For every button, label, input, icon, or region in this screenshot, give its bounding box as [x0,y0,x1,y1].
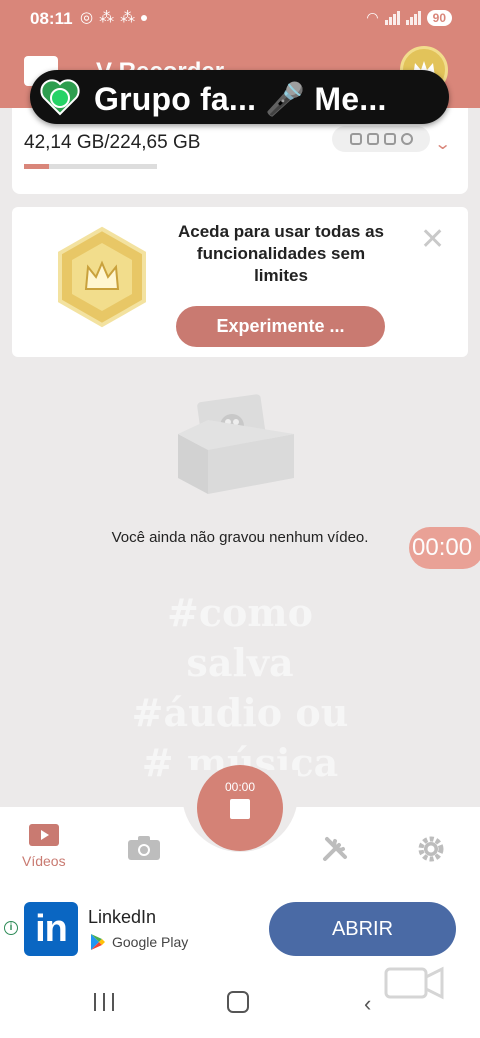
watermark-line: salva [186,640,294,685]
chevron-down-icon[interactable]: ⌄ [434,134,451,154]
back-button[interactable]: ‹ [364,991,371,1017]
hashtag-watermark: #como salva #áudio ou # música [0,588,480,788]
status-time: 08:11 [30,9,73,28]
floating-record-timer[interactable]: 00:00 [409,527,480,569]
battery-indicator: 90 [426,9,452,26]
camera-icon [128,836,160,860]
recorder-watermark-icon [384,966,444,1000]
ad-open-button[interactable]: ABRIR [269,902,456,956]
upgrade-promo-card: Aceda para usar todas as funcionalidades… [12,207,468,357]
wifi-icon: ◠ [366,9,379,25]
ad-store-badge: Google Play [90,933,188,951]
storage-devices-icons [332,126,430,152]
system-navigation-bar: ‹ [0,965,480,1038]
watermark-line: #áudio ou [131,690,349,735]
watermark-line: #como [167,590,313,635]
video-icon [28,824,59,846]
app-notification-icon: ⁂ [99,9,115,26]
stop-icon [230,799,250,819]
empty-state-message: Você ainda não gravou nenhum vídeo. [111,529,369,546]
record-timer: 00:00 [224,780,256,794]
linkedin-logo-icon: in [24,902,78,956]
signal-icon [384,10,400,25]
record-stop-button[interactable]: 00:00 [197,765,283,851]
whatsapp-notification-icon: ◎ [80,9,94,26]
device-icon [366,133,379,145]
promo-text: Aceda para usar todas as funcionalidades… [178,222,384,285]
system-status-icons: ◠ 90 [366,9,452,26]
google-play-icon [91,934,105,950]
ad-store-name: Google Play [112,934,189,950]
empty-box-icon [178,394,294,494]
home-button[interactable] [227,991,249,1013]
notification-icons: ◎ ⁂ ⁂ [80,9,148,27]
device-icon [383,133,396,145]
notification-text: Grupo fa... 🎤 Me... [94,81,387,117]
nav-item-videos[interactable]: Vídeos [22,823,66,869]
device-icon [400,133,413,145]
device-icon [349,133,362,145]
tools-icon [323,837,347,861]
ad-app-name: LinkedIn [88,907,157,927]
storage-progress-fill [24,164,50,169]
try-premium-button[interactable]: Experimente ... [176,306,385,347]
storage-usage-text: 42,14 GB/224,65 GB [24,132,201,153]
premium-badge-icon [58,226,146,328]
nav-item-settings[interactable] [417,835,445,863]
recent-apps-button[interactable] [94,993,114,1011]
whatsapp-icon [40,79,80,116]
ad-info-icon[interactable]: i [4,921,18,935]
storage-progress-bar [24,164,157,169]
settings-icon [418,836,444,862]
nav-label-videos: Vídeos [22,853,66,869]
nav-item-tools[interactable] [321,835,349,863]
signal-icon-2 [405,10,421,25]
close-icon[interactable]: ✕ [420,225,445,255]
status-bar: 08:11 ◎ ⁂ ⁂ ◠ 90 [0,0,480,36]
app-notification-icon-2: ⁂ [120,9,136,26]
whatsapp-notification-overlay[interactable]: Grupo fa... 🎤 Me... [30,70,449,124]
more-notifications-dot [141,15,148,21]
ad-banner[interactable]: i in LinkedIn Google Play ABRIR [0,895,480,965]
nav-item-photos[interactable] [127,835,161,861]
